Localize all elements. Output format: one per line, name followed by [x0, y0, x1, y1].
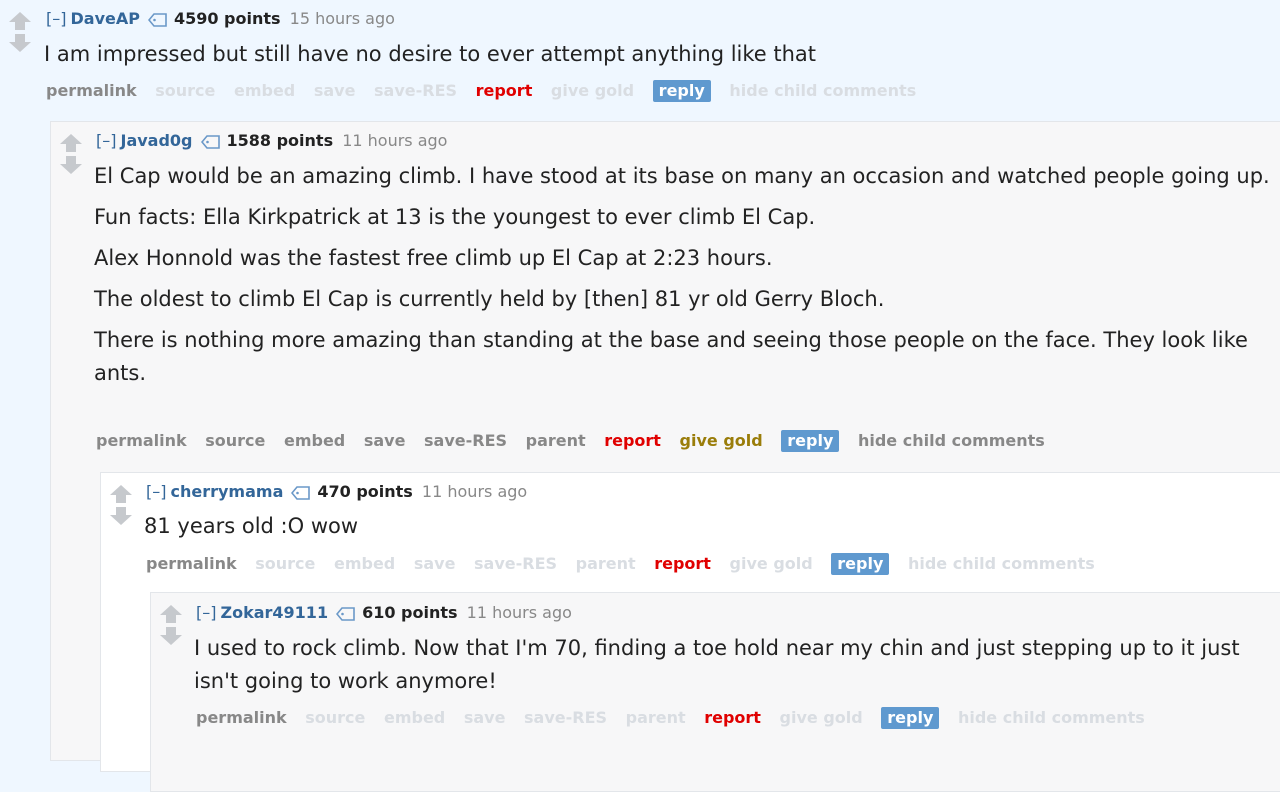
give-gold-button[interactable]: give gold	[680, 430, 763, 452]
source-button[interactable]: source	[205, 430, 265, 452]
comment-buttons: permalink source embed save save-RES rep…	[46, 80, 929, 102]
hide-child-comments-button[interactable]: hide child comments	[858, 430, 1045, 452]
comment-tagline: [–] cherrymama 470 points 11 hours ago	[146, 482, 527, 505]
report-button[interactable]: report	[476, 80, 533, 102]
user-tag-icon[interactable]	[200, 134, 221, 154]
parent-button[interactable]: parent	[576, 553, 636, 575]
comment-tagline: [–] Javad0g 1588 points 11 hours ago	[96, 131, 447, 154]
reply-button[interactable]: reply	[781, 430, 840, 452]
score: 4590 points	[173, 9, 281, 28]
score: 470 points	[317, 482, 413, 501]
permalink-button[interactable]: permalink	[146, 553, 237, 575]
collapse-toggle[interactable]: [–]	[196, 603, 216, 622]
hide-child-comments-button[interactable]: hide child comments	[908, 553, 1095, 575]
vote-arrows	[58, 132, 84, 176]
downvote-arrow-icon[interactable]	[158, 625, 184, 647]
comment-body: El Cap would be an amazing climb. I have…	[94, 160, 1272, 398]
upvote-arrow-icon[interactable]	[7, 10, 33, 32]
user-tag-icon[interactable]	[147, 12, 168, 32]
source-button[interactable]: source	[155, 80, 215, 102]
permalink-button[interactable]: permalink	[196, 707, 287, 729]
give-gold-button[interactable]: give gold	[730, 553, 813, 575]
author-link[interactable]: cherrymama	[170, 482, 283, 501]
hide-child-comments-button[interactable]: hide child comments	[729, 80, 916, 102]
timestamp: 11 hours ago	[466, 603, 572, 622]
collapse-toggle[interactable]: [–]	[46, 9, 66, 28]
comment-paragraph: I am impressed but still have no desire …	[44, 42, 817, 66]
permalink-button[interactable]: permalink	[96, 430, 187, 452]
save-res-button[interactable]: save-RES	[524, 707, 607, 729]
comment-paragraph: I used to rock climb. Now that I'm 70, f…	[194, 636, 1240, 693]
parent-button[interactable]: parent	[526, 430, 586, 452]
collapse-toggle[interactable]: [–]	[146, 482, 166, 501]
source-button[interactable]: source	[255, 553, 315, 575]
comment-buttons: permalink source embed save save-RES par…	[146, 553, 1108, 575]
downvote-arrow-icon[interactable]	[108, 505, 134, 527]
score: 610 points	[362, 603, 458, 622]
comment-tagline: [–] Zokar49111 610 points 11 hours ago	[196, 603, 572, 626]
embed-button[interactable]: embed	[334, 553, 395, 575]
upvote-arrow-icon[interactable]	[108, 483, 134, 505]
comment-body: 81 years old :O wow	[144, 510, 1264, 551]
report-button[interactable]: report	[604, 430, 661, 452]
comment-body: I used to rock climb. Now that I'm 70, f…	[194, 632, 1264, 706]
comment-zokar49111: [–] Zokar49111 610 points 11 hours ago I u…	[150, 592, 1280, 792]
vote-arrows	[158, 603, 184, 647]
score: 1588 points	[226, 131, 334, 150]
embed-button[interactable]: embed	[284, 430, 345, 452]
comment-paragraph: The oldest to climb El Cap is currently …	[94, 287, 885, 311]
upvote-arrow-icon[interactable]	[158, 603, 184, 625]
downvote-arrow-icon[interactable]	[58, 154, 84, 176]
save-res-button[interactable]: save-RES	[374, 80, 457, 102]
author-link[interactable]: DaveAP	[70, 9, 139, 28]
save-res-button[interactable]: save-RES	[474, 553, 557, 575]
vote-arrows	[7, 10, 33, 54]
report-button[interactable]: report	[704, 707, 761, 729]
author-link[interactable]: Javad0g	[120, 131, 192, 150]
permalink-button[interactable]: permalink	[46, 80, 137, 102]
comment-body: I am impressed but still have no desire …	[44, 38, 1264, 79]
user-tag-icon[interactable]	[336, 606, 356, 626]
embed-button[interactable]: embed	[234, 80, 295, 102]
comment-paragraph: El Cap would be an amazing climb. I have…	[94, 164, 1270, 188]
source-button[interactable]: source	[305, 707, 365, 729]
save-button[interactable]: save	[414, 553, 456, 575]
reply-button[interactable]: reply	[881, 707, 940, 729]
save-button[interactable]: save	[364, 430, 406, 452]
reply-button[interactable]: reply	[831, 553, 890, 575]
embed-button[interactable]: embed	[384, 707, 445, 729]
comment-paragraph: 81 years old :O wow	[144, 514, 359, 538]
downvote-arrow-icon[interactable]	[7, 32, 33, 54]
user-tag-icon[interactable]	[291, 485, 311, 505]
give-gold-button[interactable]: give gold	[551, 80, 634, 102]
report-button[interactable]: report	[654, 553, 711, 575]
comment-paragraph: Fun facts: Ella Kirkpatrick at 13 is the…	[94, 205, 816, 229]
vote-arrows	[108, 483, 134, 527]
reply-button[interactable]: reply	[652, 80, 711, 102]
author-link[interactable]: Zokar49111	[220, 603, 328, 622]
comment-paragraph: There is nothing more amazing than stand…	[94, 328, 1248, 385]
timestamp: 11 hours ago	[421, 482, 528, 501]
give-gold-button[interactable]: give gold	[780, 707, 863, 729]
comment-paragraph: Alex Honnold was the fastest free climb …	[94, 246, 773, 270]
comment-tagline: [–] DaveAP 4590 points 15 hours ago	[46, 9, 395, 32]
upvote-arrow-icon[interactable]	[58, 132, 84, 154]
comment-buttons: permalink source embed save save-RES par…	[196, 707, 1158, 729]
collapse-toggle[interactable]: [–]	[96, 131, 116, 150]
save-button[interactable]: save	[314, 80, 356, 102]
hide-child-comments-button[interactable]: hide child comments	[958, 707, 1145, 729]
save-res-button[interactable]: save-RES	[424, 430, 507, 452]
comment-buttons: permalink source embed save save-RES par…	[96, 430, 1058, 452]
save-button[interactable]: save	[464, 707, 506, 729]
timestamp: 15 hours ago	[289, 9, 395, 28]
timestamp: 11 hours ago	[342, 131, 448, 150]
parent-button[interactable]: parent	[626, 707, 686, 729]
